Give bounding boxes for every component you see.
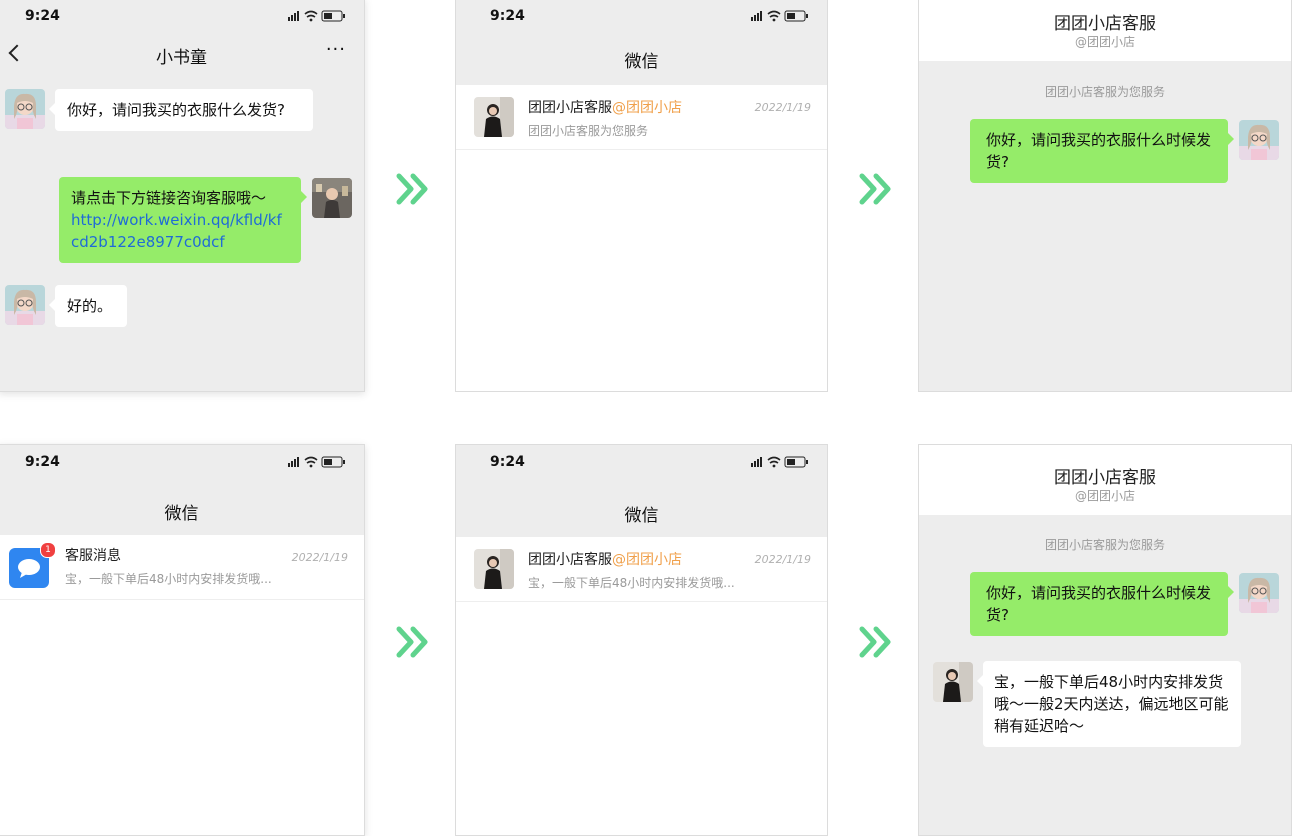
kf-chat-screen: 团团小店客服 @团团小店 团团小店客服为您服务 你好，请问我买的衣服什么时候发货… (918, 0, 1292, 392)
double-chevron-icon (392, 625, 432, 659)
chat-list-item[interactable]: 团团小店客服@团团小店 2022/1/19 团团小店客服为您服务 (456, 85, 827, 150)
chat-preview: 宝，一般下单后48小时内安排发货哦... (528, 576, 735, 590)
message-text: 请点击下方链接咨询客服哦～ (71, 189, 267, 207)
page-title: 微信 (164, 504, 199, 524)
status-icons (288, 10, 346, 23)
avatar (474, 97, 514, 137)
message-bubble-outgoing[interactable]: 请点击下方链接咨询客服哦～ http://work.weixin.qq/kfld… (59, 177, 307, 263)
double-chevron-icon (392, 172, 432, 206)
avatar[interactable] (312, 178, 352, 218)
page-title: 微信 (624, 506, 659, 526)
status-icons (751, 10, 809, 23)
status-bar: 9:24 (0, 0, 364, 33)
chat-preview: 宝，一般下单后48小时内安排发货哦... (65, 572, 272, 586)
double-chevron-icon (855, 625, 895, 659)
chat-name: 团团小店客服@团团小店 (528, 100, 682, 116)
chat-date: 2022/1/19 (291, 551, 348, 564)
chat-title: 小书童 (156, 48, 207, 68)
status-time: 9:24 (25, 8, 60, 24)
status-icons (288, 456, 346, 469)
wechat-list-screen: 9:24 微信 团团小店客服@团团小店 2022/1/19 宝，一般下单后48小… (455, 444, 828, 836)
system-note: 团团小店客服为您服务 (1044, 85, 1165, 99)
consult-link[interactable]: http://work.weixin.qq/kfld/kfcd2b122e897… (71, 209, 289, 253)
chat-title: 团团小店客服 (1054, 14, 1156, 34)
chat-list: 1 客服消息 2022/1/19 宝，一般下单后48小时内安排发货哦... (0, 535, 364, 835)
chat-list: 团团小店客服@团团小店 2022/1/19 团团小店客服为您服务 (456, 85, 827, 391)
more-icon[interactable]: ··· (326, 39, 346, 60)
message-bubble-incoming[interactable]: 好的。 (49, 285, 127, 327)
chat-header: 团团小店客服 @团团小店 (919, 0, 1291, 61)
system-note: 团团小店客服为您服务 (1044, 538, 1165, 552)
avatar[interactable] (5, 285, 45, 325)
chat-list-item[interactable]: 团团小店客服@团团小店 2022/1/19 宝，一般下单后48小时内安排发货哦.… (456, 537, 827, 602)
wechat-list-screen: 9:24 微信 团团小店客服@团团小店 2022/1/19 团团小店客服为您服务 (455, 0, 828, 392)
message-bubble-outgoing[interactable]: 你好，请问我买的衣服什么时候发货? (970, 572, 1234, 636)
chat-header: 团团小店客服 @团团小店 (919, 445, 1291, 515)
avatar[interactable] (1239, 573, 1279, 613)
chat-preview: 团团小店客服为您服务 (528, 124, 649, 138)
chat-name: 客服消息 (65, 548, 121, 564)
avatar (474, 549, 514, 589)
avatar[interactable] (5, 89, 45, 129)
chat-date: 2022/1/19 (754, 553, 811, 566)
chat-screen-xiaoshutong: 9:24 小书童 ··· 你好，请问我买的衣服什么发货? 请点击下方链接咨询客服… (0, 0, 365, 392)
chat-list: 团团小店客服@团团小店 2022/1/19 宝，一般下单后48小时内安排发货哦.… (456, 537, 827, 835)
chat-title: 团团小店客服 (1054, 468, 1156, 488)
chat-date: 2022/1/19 (754, 101, 811, 114)
page-title: 微信 (624, 52, 659, 72)
chat-subtitle: @团团小店 (1074, 35, 1135, 49)
chat-name: 团团小店客服@团团小店 (528, 552, 682, 568)
status-bar: 9:24 (456, 445, 827, 479)
kf-chat-screen: 团团小店客服 @团团小店 团团小店客服为您服务 你好，请问我买的衣服什么时候发货… (918, 444, 1292, 836)
unread-badge: 1 (40, 542, 56, 558)
status-bar: 9:24 (0, 445, 364, 479)
message-bubble-outgoing[interactable]: 你好，请问我买的衣服什么时候发货? (970, 119, 1234, 183)
message-bubble-incoming[interactable]: 你好，请问我买的衣服什么发货? (49, 89, 313, 131)
chat-list-item[interactable]: 1 客服消息 2022/1/19 宝，一般下单后48小时内安排发货哦... (0, 535, 364, 600)
avatar[interactable] (933, 662, 973, 702)
wechat-list-screen: 9:24 微信 1 客服消息 2022/1/19 宝，一般下单后48小时内安排发… (0, 444, 365, 836)
status-time: 9:24 (490, 8, 525, 24)
chat-subtitle: @团团小店 (1074, 489, 1135, 503)
status-time: 9:24 (25, 454, 60, 470)
message-bubble-incoming[interactable]: 宝，一般下单后48小时内安排发货哦～一般2天内送达，偏远地区可能稍有延迟哈～ (977, 661, 1241, 747)
double-chevron-icon (855, 172, 895, 206)
avatar[interactable] (1239, 120, 1279, 160)
status-bar: 9:24 (456, 0, 827, 33)
status-icons (751, 456, 809, 469)
status-time: 9:24 (490, 454, 525, 470)
